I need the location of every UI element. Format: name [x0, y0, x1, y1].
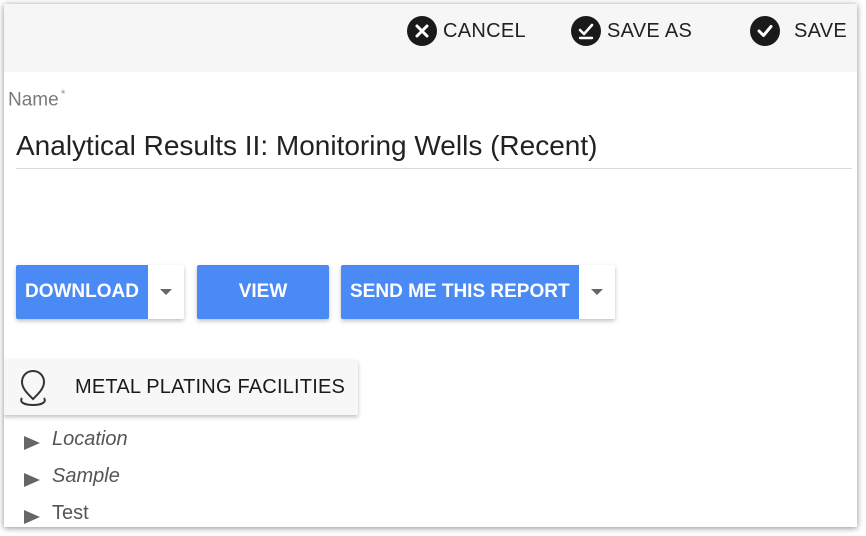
- view-button[interactable]: VIEW: [197, 265, 329, 319]
- save-label: SAVE: [794, 19, 848, 42]
- expand-arrow-icon: [24, 435, 40, 450]
- expand-arrow-icon: [24, 509, 40, 524]
- download-split-button: DOWNLOAD: [16, 265, 184, 319]
- save-as-button[interactable]: SAVE AS: [571, 16, 692, 46]
- name-input[interactable]: [16, 124, 852, 169]
- required-marker: *: [60, 87, 66, 101]
- name-field-label: Name *: [8, 87, 66, 111]
- map-layer-card[interactable]: METAL PLATING FACILITIES: [4, 360, 358, 415]
- save-check-icon: [750, 16, 780, 46]
- cancel-icon: [407, 16, 437, 46]
- report-editor-panel: CANCEL SAVE AS SAVE Name* DOWNLOAD: [4, 4, 857, 527]
- save-as-label: SAVE AS: [607, 19, 693, 42]
- cancel-button[interactable]: CANCEL: [407, 16, 526, 46]
- tree-item-label: Sample: [52, 465, 120, 487]
- tree-item-label: Location: [52, 428, 128, 450]
- tree-item-test[interactable]: Test: [24, 502, 89, 525]
- tree-item-sample[interactable]: Sample: [24, 465, 120, 488]
- download-options-dropdown[interactable]: [147, 265, 184, 319]
- tree-item-label: Test: [52, 502, 89, 524]
- expand-arrow-icon: [24, 472, 40, 487]
- save-button[interactable]: SAVE: [750, 16, 847, 46]
- send-report-options-dropdown[interactable]: [578, 265, 615, 319]
- save-as-icon: [571, 16, 601, 46]
- cancel-label: CANCEL: [443, 19, 526, 42]
- send-report-split-button: SEND ME THIS REPORT: [341, 265, 615, 319]
- toolbar: CANCEL SAVE AS SAVE: [4, 4, 857, 72]
- send-report-button[interactable]: SEND ME THIS REPORT: [341, 265, 579, 319]
- download-button[interactable]: DOWNLOAD: [16, 265, 148, 319]
- chevron-down-icon: [590, 289, 603, 295]
- map-pin-icon: [20, 369, 46, 406]
- tree-item-location[interactable]: Location: [24, 428, 128, 451]
- layer-label: METAL PLATING FACILITIES: [75, 376, 346, 398]
- chevron-down-icon: [159, 289, 172, 295]
